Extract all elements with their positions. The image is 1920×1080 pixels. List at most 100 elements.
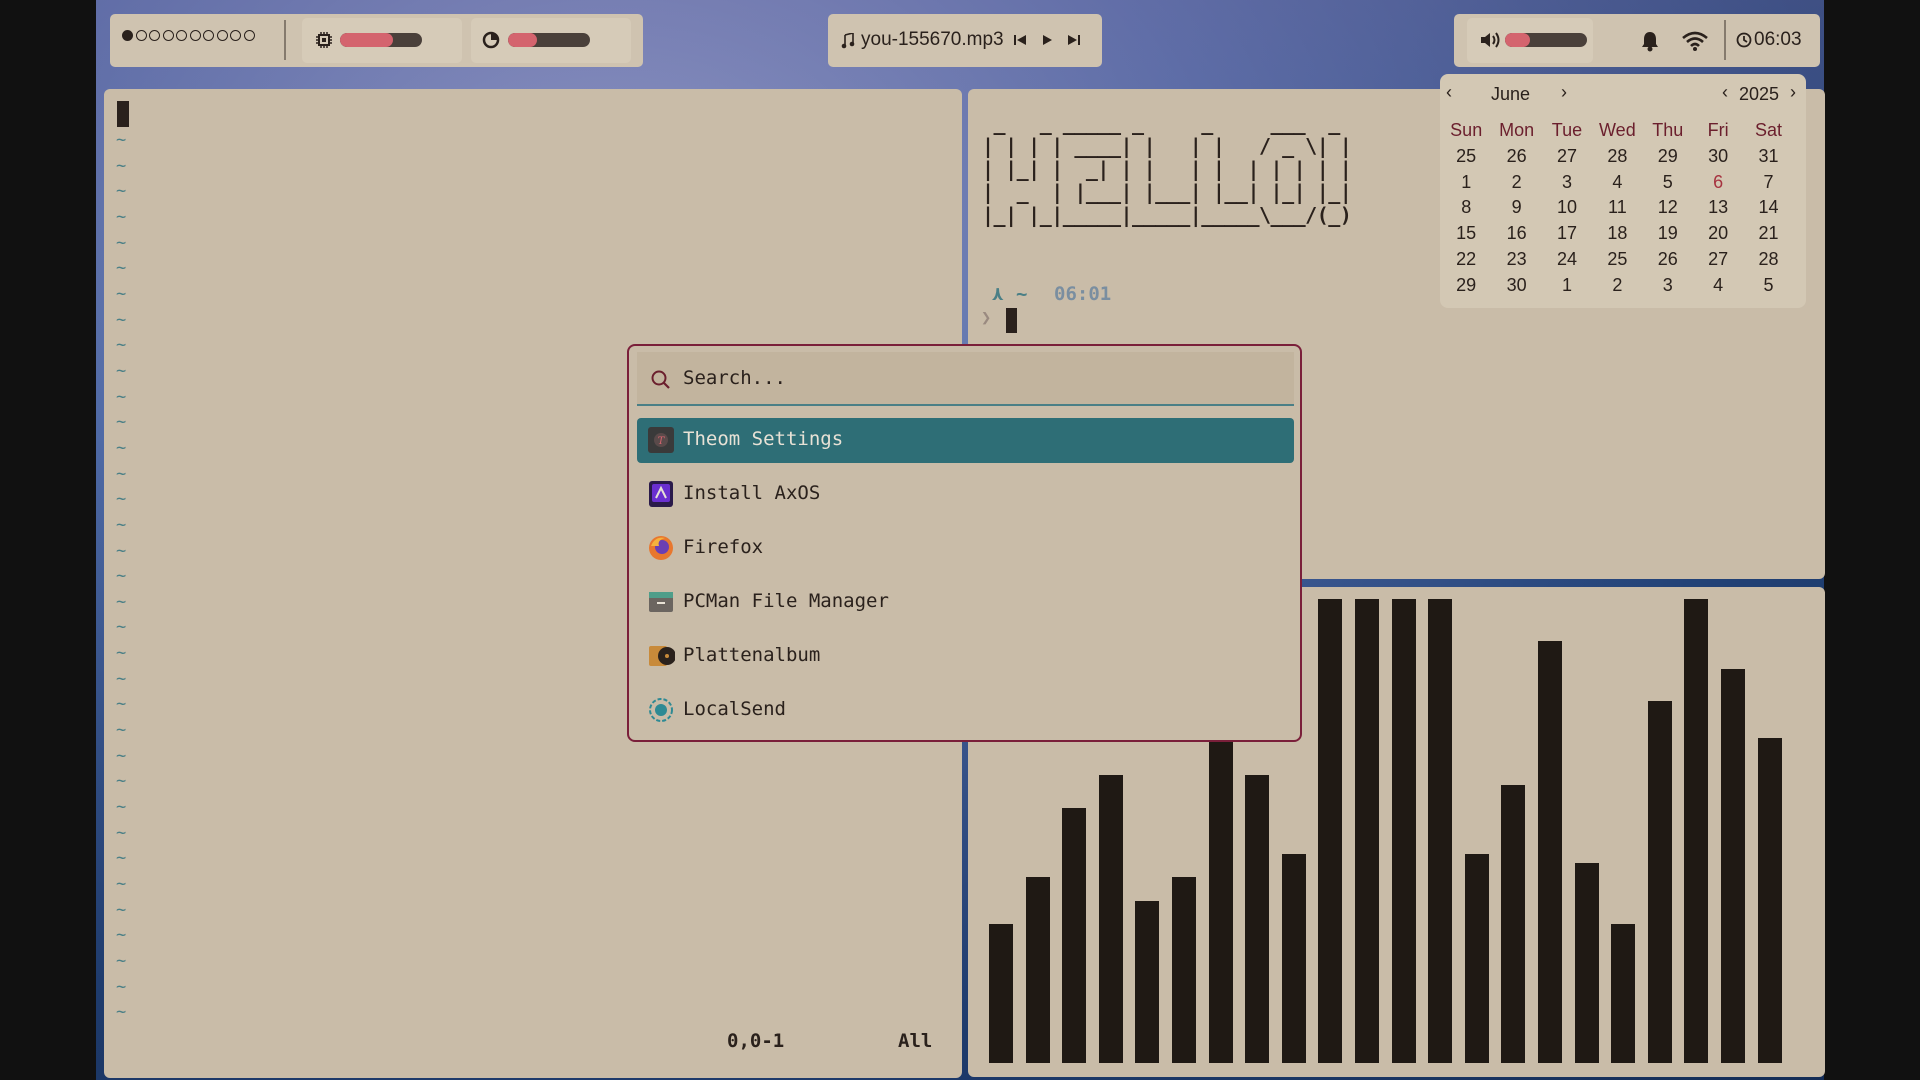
prompt-char: ❯ [981,308,992,328]
calendar-day[interactable]: 30 [1491,273,1541,299]
vim-empty-line: ~ [116,848,127,869]
calendar-day[interactable]: 27 [1693,247,1743,273]
launcher-item[interactable]: T Theom Settings [637,418,1294,463]
prompt-arrow-icon: ⋏ [992,283,1004,305]
calendar-day[interactable]: 6 [1693,170,1743,196]
calendar-day[interactable]: 31 [1743,144,1793,170]
calendar-day[interactable]: 5 [1643,170,1693,196]
calendar-day[interactable]: 23 [1491,247,1541,273]
workspace-5[interactable] [176,30,187,41]
calendar-day[interactable]: 1 [1441,170,1491,196]
axos-installer-icon [647,480,675,508]
calendar-day[interactable]: 21 [1743,221,1793,247]
calendar-day[interactable]: 11 [1592,195,1642,221]
calendar-day[interactable]: 1 [1542,273,1592,299]
calendar-day[interactable]: 28 [1592,144,1642,170]
calendar-day[interactable]: 7 [1743,170,1793,196]
calendar-day[interactable]: 18 [1592,221,1642,247]
calendar-day[interactable]: 17 [1542,221,1592,247]
visualizer-bar [1245,775,1269,1063]
visualizer-bar [1062,808,1086,1063]
previous-track-icon[interactable] [1012,32,1028,48]
memory-pie-icon [481,30,501,50]
workspace-10[interactable] [243,30,255,41]
workspace-9[interactable] [230,30,241,41]
volume-fill [1505,33,1530,47]
prev-month-icon[interactable]: ‹ [1446,82,1452,103]
vim-empty-line: ~ [116,643,127,664]
calendar-day[interactable]: 26 [1491,144,1541,170]
calendar-day[interactable]: 3 [1643,273,1693,299]
calendar-day[interactable]: 25 [1441,144,1491,170]
calendar-day[interactable]: 29 [1643,144,1693,170]
volume-gauge[interactable] [1505,33,1587,47]
calendar-day[interactable]: 2 [1491,170,1541,196]
vim-empty-line: ~ [116,130,127,150]
visualizer-bar [1611,924,1635,1063]
vim-empty-line: ~ [116,720,127,741]
workspace-4[interactable] [162,30,174,41]
calendar-day[interactable]: 25 [1592,247,1642,273]
calendar-day[interactable]: 8 [1441,195,1491,221]
calendar-day[interactable]: 24 [1542,247,1592,273]
vim-empty-line: ~ [116,771,127,792]
workspace-7[interactable] [203,30,214,41]
weekday-label: Sun [1450,120,1483,140]
calendar-day[interactable]: 27 [1542,144,1592,170]
calendar-day[interactable]: 3 [1542,170,1592,196]
next-month-icon[interactable]: › [1561,82,1567,103]
calendar-day[interactable]: 16 [1491,221,1541,247]
vim-empty-line: ~ [116,591,127,612]
vim-empty-line: ~ [116,283,127,304]
calendar-day[interactable]: 15 [1441,221,1491,247]
weekday-label: Wed [1599,120,1636,140]
calendar-day[interactable]: 4 [1693,273,1743,299]
launcher-item[interactable]: Firefox [637,526,1294,571]
workspace-1[interactable] [122,30,133,41]
weekday-label: Mon [1499,120,1535,140]
workspace-2[interactable] [135,30,147,41]
calendar-day[interactable]: 10 [1542,195,1592,221]
calendar-day[interactable]: 22 [1441,247,1491,273]
workspace-indicators[interactable] [122,30,255,41]
prev-year-icon[interactable]: ‹ [1722,82,1728,103]
play-icon[interactable] [1039,32,1055,48]
calendar-day[interactable]: 28 [1743,247,1793,273]
next-year-icon[interactable]: › [1790,82,1796,103]
calendar-day[interactable]: 29 [1441,273,1491,299]
prompt-time: 06:01 [1054,283,1112,305]
calendar-day[interactable]: 4 [1592,170,1642,196]
calendar-day[interactable]: 12 [1643,195,1693,221]
vim-empty-line: ~ [116,566,127,587]
calendar-day[interactable]: 19 [1643,221,1693,247]
calendar-day[interactable]: 30 [1693,144,1743,170]
notification-bell-icon[interactable] [1638,29,1662,53]
ram-usage-fill [508,33,537,47]
workspace-6[interactable] [189,30,201,41]
launcher-item-label: Install AxOS [683,482,821,504]
calendar-day[interactable]: 20 [1693,221,1743,247]
wifi-icon[interactable] [1680,28,1710,54]
vim-empty-line: ~ [116,540,127,561]
launcher-item[interactable]: Plattenalbum [637,634,1294,679]
launcher-item[interactable]: Install AxOS [637,472,1294,517]
workspace-3[interactable] [149,30,160,41]
launcher-item[interactable]: LocalSend [637,688,1294,733]
calendar-day[interactable]: 26 [1643,247,1693,273]
cpu-usage-gauge [340,33,422,47]
vim-empty-line: ~ [116,232,127,253]
clock[interactable]: 06:03 [1754,29,1802,51]
prompt-cwd: ~ [1016,283,1028,305]
volume-icon[interactable] [1478,30,1502,50]
launcher-item[interactable]: PCMan File Manager [637,580,1294,625]
calendar-day[interactable]: 9 [1491,195,1541,221]
vim-empty-line: ~ [116,463,127,484]
visualizer-bar [1538,641,1562,1063]
calendar-day[interactable]: 13 [1693,195,1743,221]
workspace-8[interactable] [216,30,228,41]
calendar-day[interactable]: 2 [1592,273,1642,299]
calendar-day[interactable]: 5 [1743,273,1793,299]
calendar-day[interactable]: 14 [1743,195,1793,221]
next-track-icon[interactable] [1066,32,1082,48]
vim-empty-line: ~ [116,258,127,279]
